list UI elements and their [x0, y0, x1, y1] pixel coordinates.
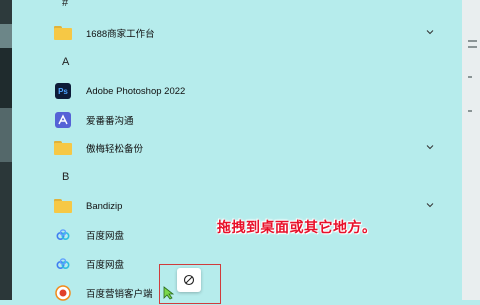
app-item-1688-folder[interactable]: 1688商家工作台 [54, 21, 434, 45]
app-item-label: 爱番番沟通 [86, 116, 134, 127]
annotation-text: 拖拽到桌面或其它地方。 [217, 219, 377, 235]
chevron-down-icon[interactable] [426, 28, 434, 36]
app-item-label: Adobe Photoshop 2022 [86, 85, 186, 97]
not-allowed-icon [183, 274, 195, 286]
app-item-baidu-marketing[interactable]: 百度营销客户端 [54, 281, 434, 305]
folder-icon [54, 197, 72, 215]
app-item-bandizip-folder[interactable]: Bandizip [54, 194, 434, 218]
drag-cursor-icon [163, 286, 175, 300]
app-item-label: Bandizip [86, 200, 123, 212]
baidu-marketing-icon [54, 284, 72, 302]
chevron-down-icon[interactable] [426, 143, 434, 151]
background-window-edge [0, 0, 12, 300]
app-item-aifanfan[interactable]: 爱番番沟通 [54, 108, 434, 132]
start-menu-all-apps-list: # 1688商家工作台 A Ps Adobe Photoshop 2022 爱番… [12, 0, 462, 304]
app-item-photoshop[interactable]: Ps Adobe Photoshop 2022 [54, 79, 434, 103]
photoshop-icon: Ps [54, 82, 72, 100]
app-item-label: 傲梅轻松备份 [86, 144, 144, 155]
chevron-down-icon[interactable] [426, 201, 434, 209]
aifanfan-icon [54, 111, 72, 129]
app-item-label: 百度网盘 [86, 260, 125, 271]
baidu-netdisk-icon [54, 226, 72, 244]
app-item-aomei-folder[interactable]: 傲梅轻松备份 [54, 136, 434, 160]
folder-icon [54, 24, 72, 42]
baidu-netdisk-icon [54, 255, 72, 273]
app-item-label: 百度网盘 [86, 231, 125, 242]
section-header-a: A [62, 56, 70, 68]
app-item-baidu-netdisk-2[interactable]: 百度网盘 [54, 252, 434, 276]
section-header-hash: # [62, 0, 69, 9]
app-item-label: 1688商家工作台 [86, 29, 155, 40]
drag-ghost-item [177, 268, 201, 292]
app-item-label: 百度营销客户端 [86, 289, 153, 300]
section-header-b: B [62, 171, 70, 183]
folder-icon [54, 139, 72, 157]
background-window-right-edge [462, 0, 480, 300]
